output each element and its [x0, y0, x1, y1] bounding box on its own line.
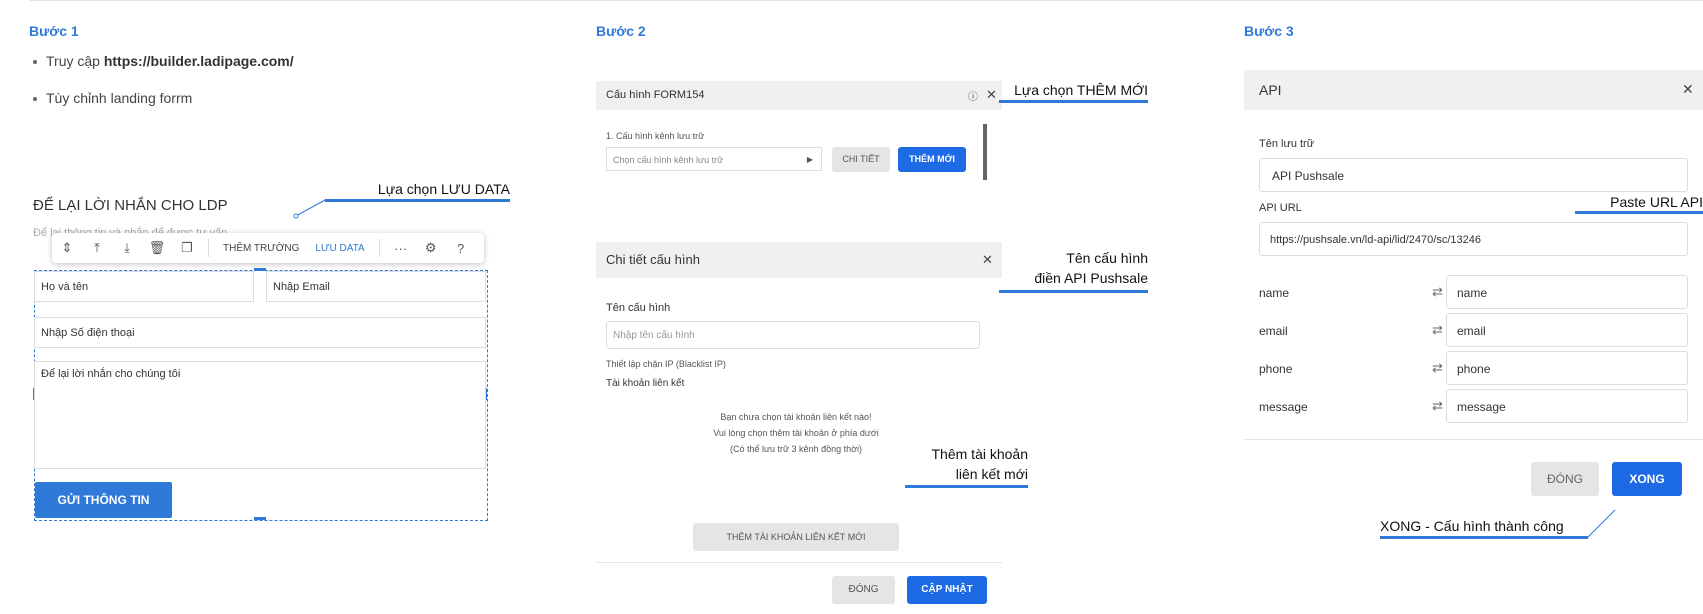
- ten-cau-hinh-input[interactable]: Nhập tên cấu hình: [606, 321, 980, 349]
- mapping-key-name: name: [1259, 286, 1290, 300]
- help-icon[interactable]: ?: [446, 241, 476, 256]
- add-account-button[interactable]: THÊM TÀI KHOẢN LIÊN KẾT MỚI: [693, 523, 899, 551]
- scrollbar[interactable]: [983, 124, 987, 180]
- name-field[interactable]: Họ và tên: [34, 271, 254, 302]
- storage-select[interactable]: Chọn cấu hình kênh lưu trữ ▶: [606, 147, 822, 171]
- toolbar-separator: [208, 239, 209, 257]
- bullet-customize-text: Tùy chỉnh landing forrm: [46, 90, 193, 106]
- api-header: API: [1244, 70, 1703, 110]
- annotation-underline: [1380, 536, 1588, 539]
- api-title: API: [1259, 82, 1282, 98]
- dong-button[interactable]: ĐÓNG: [1531, 462, 1599, 496]
- tai-khoan-label: Tài khoản liên kết: [606, 378, 685, 389]
- message-field[interactable]: Để lại lời nhắn cho chúng tôi: [34, 361, 486, 469]
- form-config-title: Cấu hình FORM154: [606, 89, 705, 101]
- footer-divider: [1244, 439, 1703, 440]
- config-detail-header: Chi tiết cấu hình: [596, 242, 1002, 278]
- annotation-luu-data: Lựa chọn LƯU DATA: [377, 181, 510, 197]
- annotation-them-moi: Lựa chọn THÊM MỚI: [1014, 82, 1148, 98]
- form-title: ĐỂ LẠI LỜI NHẮN CHO LDP: [33, 197, 228, 214]
- form-config-header: Cấu hình FORM154: [596, 81, 1002, 110]
- close-icon[interactable]: ✕: [982, 252, 993, 268]
- trash-icon[interactable]: 🗑: [142, 240, 172, 256]
- annotation-underline: [325, 199, 510, 202]
- annotation-ten-line-2: điền API Pushsale: [1034, 270, 1148, 286]
- bullet-access-prefix: Truy cập: [46, 53, 104, 69]
- storage-select-placeholder: Chọn cấu hình kênh lưu trữ: [613, 155, 724, 165]
- empty-line-3: (Có thể lưu trữ 3 kênh đồng thời): [729, 444, 863, 454]
- builder-url-link[interactable]: https://builder.ladipage.com/: [104, 53, 294, 69]
- annotation-underline: [905, 485, 1028, 488]
- step1-bullet-customize: Tùy chỉnh landing forrm: [33, 90, 192, 106]
- email-field[interactable]: Nhập Email: [266, 271, 486, 302]
- phone-field[interactable]: Nhập Số điện thoại: [34, 317, 486, 348]
- api-url-input[interactable]: https://pushsale.vn/ld-api/lid/2470/sc/1…: [1259, 222, 1688, 256]
- annotation-paste-url: Paste URL API: [1610, 194, 1703, 210]
- bring-forward-icon[interactable]: ⤒: [82, 240, 112, 256]
- swap-icon: ⇄: [1432, 398, 1443, 413]
- send-backward-icon[interactable]: ⤓: [112, 240, 142, 256]
- step1-bullet-access: Truy cập https://builder.ladipage.com/: [33, 53, 294, 69]
- step2-title: Bước 2: [596, 23, 646, 39]
- mapping-input-phone[interactable]: phone: [1446, 351, 1688, 385]
- caret-right-icon: ▶: [806, 155, 813, 164]
- close-icon[interactable]: ✕: [1682, 81, 1694, 98]
- mapping-key-phone: phone: [1259, 362, 1293, 376]
- mapping-key-email: email: [1259, 324, 1288, 338]
- form-config-panel: Cấu hình FORM154 ⓘ ✕ 1. Cấu hình kênh lư…: [596, 81, 1002, 188]
- empty-line-1: Bạn chưa chọn tài khoản liên kết nào!: [720, 412, 872, 422]
- gear-icon[interactable]: ⚙: [416, 240, 446, 256]
- annotation-xong: XONG - Cấu hình thành công: [1380, 518, 1564, 534]
- mapping-input-email[interactable]: email: [1446, 313, 1688, 347]
- chi-tiet-button[interactable]: CHI TIẾT: [832, 147, 890, 172]
- mapping-input-message[interactable]: message: [1446, 389, 1688, 423]
- annotation-ten-line-1: Tên cấu hình: [1066, 250, 1148, 266]
- blacklist-link[interactable]: Thiết lập chặn IP (Blacklist IP): [606, 359, 726, 369]
- ten-luu-tru-input[interactable]: API Pushsale: [1259, 158, 1688, 192]
- move-up-icon[interactable]: ⇕: [52, 240, 82, 256]
- annotation-underline: [999, 100, 1148, 103]
- step3-title: Bước 3: [1244, 23, 1294, 39]
- annotation-tk-line-1: Thêm tài khoản: [931, 446, 1029, 462]
- api-url-label: API URL: [1259, 202, 1302, 214]
- swap-icon: ⇄: [1432, 360, 1443, 375]
- xong-button[interactable]: XONG: [1612, 462, 1682, 496]
- them-moi-button[interactable]: THÊM MỚI: [898, 147, 966, 172]
- empty-line-2: Vui lòng chọn thêm tài khoản ở phía dưới: [713, 428, 879, 438]
- annotation-underline: [1575, 211, 1703, 214]
- mapping-key-message: message: [1259, 400, 1308, 414]
- them-truong-button[interactable]: THÊM TRƯỜNG: [215, 243, 307, 254]
- footer-divider: [596, 562, 1002, 563]
- annotation-ten-cau-hinh: Tên cấu hình điền API Pushsale: [1000, 248, 1148, 288]
- config-detail-title: Chi tiết cấu hình: [606, 252, 700, 267]
- ten-luu-tru-label: Tên lưu trữ: [1259, 138, 1315, 150]
- mapping-input-name[interactable]: name: [1446, 275, 1688, 309]
- element-toolbar: ⇕ ⤒ ⤓ 🗑 ❐ THÊM TRƯỜNG LƯU DATA ··· ⚙ ?: [52, 233, 484, 263]
- cap-nhat-button[interactable]: CẬP NHẬT: [907, 576, 987, 604]
- api-panel: API ✕ Tên lưu trữ API Pushsale API URL h…: [1244, 70, 1703, 510]
- luu-data-button[interactable]: LƯU DATA: [307, 243, 372, 254]
- swap-icon: ⇄: [1432, 284, 1443, 299]
- more-icon[interactable]: ···: [386, 241, 416, 256]
- swap-icon: ⇄: [1432, 322, 1443, 337]
- empty-accounts-message: Bạn chưa chọn tài khoản liên kết nào! Vu…: [691, 409, 901, 457]
- close-icon[interactable]: ✕: [986, 87, 997, 103]
- resize-handle-top[interactable]: [254, 268, 266, 271]
- ten-cau-hinh-label: Tên cấu hình: [606, 302, 671, 314]
- annotation-tk-line-2: liên kết mới: [955, 466, 1028, 482]
- config-detail-panel: Chi tiết cấu hình ✕ Tên cấu hình Nhập tê…: [596, 242, 1002, 614]
- duplicate-icon[interactable]: ❐: [172, 240, 202, 256]
- toolbar-separator: [378, 239, 380, 257]
- step1-title: Bước 1: [29, 23, 79, 39]
- help-icon[interactable]: ⓘ: [968, 88, 978, 103]
- dong-button[interactable]: ĐÓNG: [832, 576, 895, 604]
- storage-section-label: 1. Cấu hình kênh lưu trữ: [606, 131, 705, 141]
- submit-button[interactable]: GỬI THÔNG TIN: [35, 482, 172, 518]
- annotation-add-account: Thêm tài khoản liên kết mới: [900, 444, 1029, 484]
- resize-handle-bottom[interactable]: [254, 517, 266, 520]
- annotation-underline: [999, 290, 1148, 293]
